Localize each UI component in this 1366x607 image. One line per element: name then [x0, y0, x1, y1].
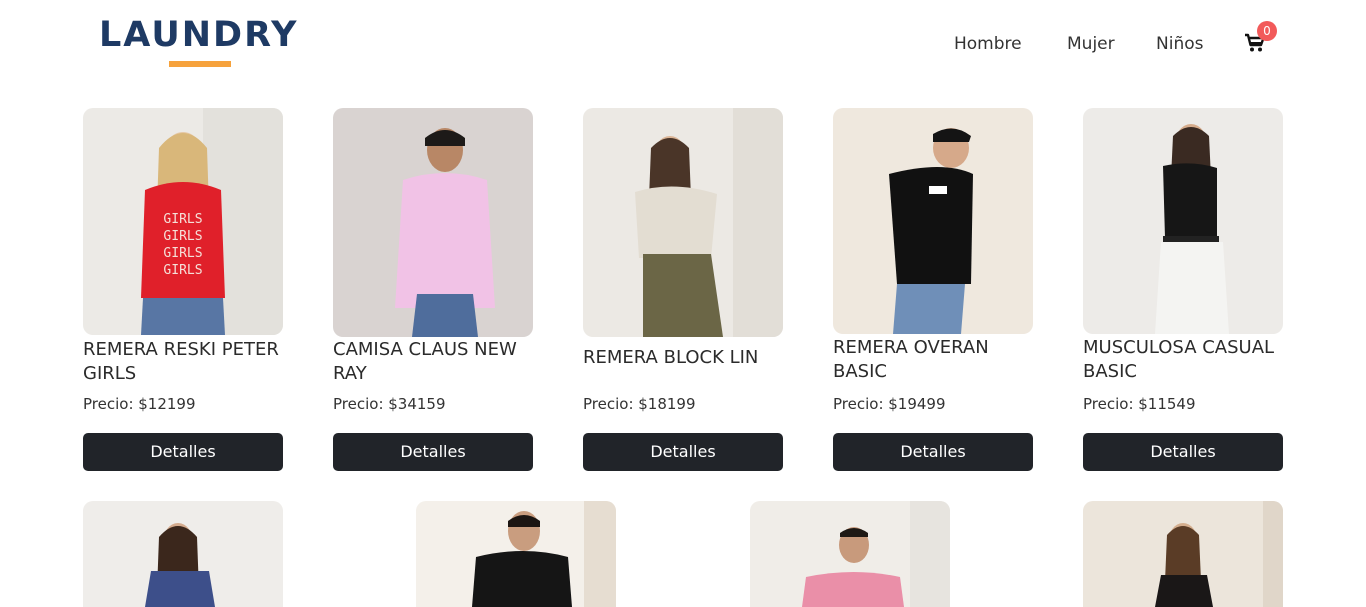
product-title: REMERA RESKI PETER GIRLS: [83, 339, 279, 384]
svg-text:GIRLS: GIRLS: [163, 263, 202, 278]
product-price: Precio: $19499: [833, 395, 946, 413]
product-image[interactable]: [1083, 108, 1283, 334]
brand-name: LAUNDRY: [99, 15, 299, 55]
product-image[interactable]: [1083, 501, 1283, 607]
svg-text:GIRLS: GIRLS: [163, 246, 202, 261]
site-header: LAUNDRY Hombre Mujer Niños 0: [0, 0, 1366, 90]
product-title: CAMISA CLAUS NEW RAY: [333, 339, 517, 384]
cart-button[interactable]: 0: [1244, 21, 1277, 57]
product-price: Precio: $34159: [333, 395, 446, 413]
cart-count-badge: 0: [1257, 21, 1277, 41]
details-button[interactable]: Detalles: [83, 433, 283, 471]
product-image[interactable]: [750, 501, 950, 607]
product-image[interactable]: [416, 501, 616, 607]
details-button[interactable]: Detalles: [583, 433, 783, 471]
details-button[interactable]: Detalles: [333, 433, 533, 471]
product-image[interactable]: [833, 108, 1033, 334]
product-title: MUSCULOSA CASUAL BASIC: [1083, 337, 1275, 382]
product-image[interactable]: [333, 108, 533, 337]
product-image[interactable]: [583, 108, 783, 337]
svg-text:GIRLS: GIRLS: [163, 212, 202, 227]
product-price: Precio: $12199: [83, 395, 196, 413]
product-image[interactable]: GIRLS GIRLS GIRLS GIRLS: [83, 108, 283, 335]
product-title: REMERA BLOCK LIN: [583, 347, 759, 368]
logo-underline: [169, 61, 231, 67]
details-button[interactable]: Detalles: [1083, 433, 1283, 471]
details-button[interactable]: Detalles: [833, 433, 1033, 471]
product-image[interactable]: [83, 501, 283, 607]
nav-link-ninos[interactable]: Niños: [1156, 34, 1203, 54]
nav-link-mujer[interactable]: Mujer: [1067, 34, 1115, 54]
product-price: Precio: $18199: [583, 395, 696, 413]
nav-link-hombre[interactable]: Hombre: [954, 34, 1022, 54]
svg-text:GIRLS: GIRLS: [163, 229, 202, 244]
brand-logo[interactable]: LAUNDRY: [99, 13, 299, 67]
product-title: REMERA OVERAN BASIC: [833, 337, 989, 382]
product-price: Precio: $11549: [1083, 395, 1196, 413]
